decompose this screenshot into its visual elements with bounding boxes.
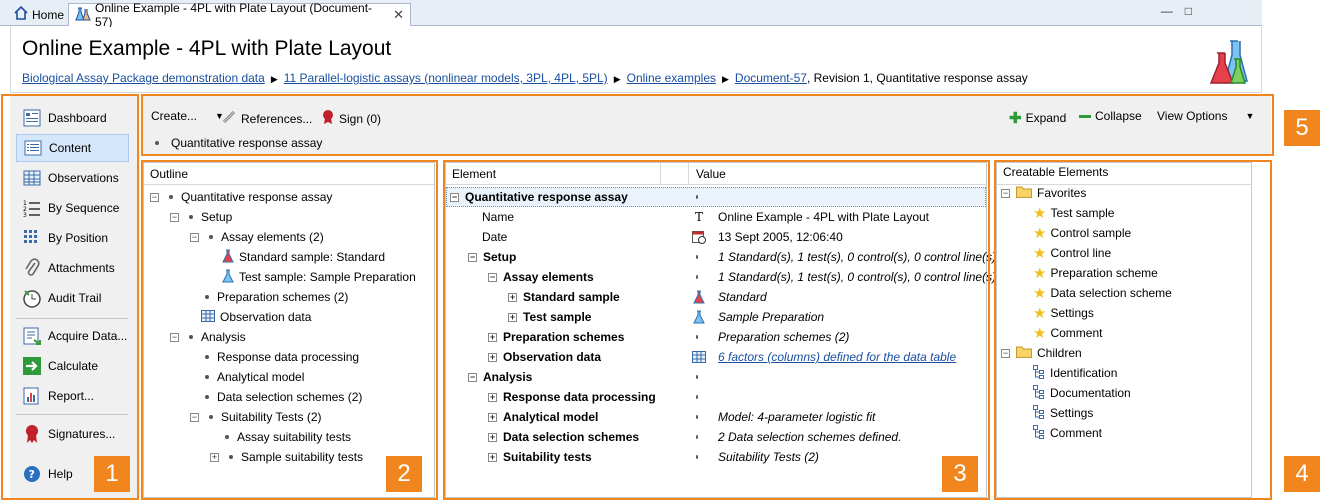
tab-bar: Home Online Example - 4PL with Plate Lay… <box>0 0 1262 29</box>
breadcrumb-link-category[interactable]: 11 Parallel-logistic assays (nonlinear m… <box>284 71 608 85</box>
close-icon[interactable]: ✕ <box>393 7 404 23</box>
breadcrumb: Biological Assay Package demonstration d… <box>22 71 1028 85</box>
annotation-box-4 <box>994 160 1272 500</box>
breadcrumb-link-examples[interactable]: Online examples <box>627 71 716 85</box>
flask-tab-icon <box>75 7 91 24</box>
breadcrumb-arrow-icon: ▶ <box>270 74 278 84</box>
annotation-badge-1: 1 <box>94 456 130 492</box>
home-icon <box>14 5 28 23</box>
annotation-box-1 <box>1 94 139 500</box>
annotation-badge-4: 4 <box>1284 456 1320 492</box>
tab-home-label: Home <box>32 7 65 22</box>
breadcrumb-arrow-icon: ▶ <box>613 74 621 84</box>
window-controls: — □ <box>1161 4 1192 18</box>
breadcrumb-link-package[interactable]: Biological Assay Package demonstration d… <box>22 71 265 85</box>
tab-document-label: Online Example - 4PL with Plate Layout (… <box>95 1 373 29</box>
breadcrumb-link-document[interactable]: Document-57 <box>735 71 807 85</box>
tab-document[interactable]: Online Example - 4PL with Plate Layout (… <box>68 1 411 29</box>
tab-home[interactable]: Home <box>8 3 70 26</box>
document-header: Online Example - 4PL with Plate Layout B… <box>10 27 1262 93</box>
minimize-icon[interactable]: — <box>1161 4 1173 18</box>
annotation-box-2 <box>141 160 438 500</box>
annotation-box-3 <box>443 160 990 500</box>
annotation-badge-3: 3 <box>942 456 978 492</box>
annotation-badge-5: 5 <box>1284 110 1320 146</box>
breadcrumb-arrow-icon: ▶ <box>722 74 729 84</box>
maximize-icon[interactable]: □ <box>1185 4 1192 18</box>
flask-logo-icon <box>1203 37 1253 90</box>
annotation-box-5 <box>141 94 1274 156</box>
page-title: Online Example - 4PL with Plate Layout <box>22 37 392 60</box>
annotation-badge-2: 2 <box>386 456 422 492</box>
breadcrumb-revision: , Revision 1, Quantitative response assa… <box>806 71 1028 85</box>
